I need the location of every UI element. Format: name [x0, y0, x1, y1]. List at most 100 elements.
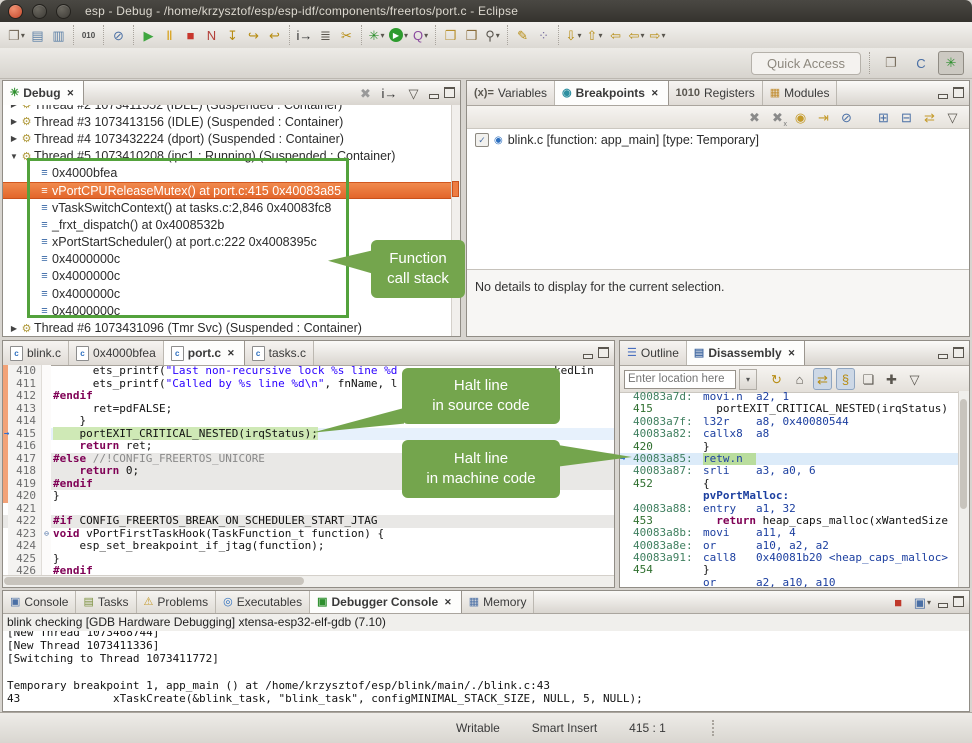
stack-frame-row[interactable]: ≡vPortCPUReleaseMutex() at port.c:415 0x…	[3, 182, 460, 199]
tab-memory[interactable]: ▦Memory	[462, 591, 535, 613]
tab-debugger-console[interactable]: ▣Debugger Console✕	[310, 591, 462, 613]
code-line[interactable]: 424 esp_set_breakpoint_if_jtag(function)…	[3, 540, 614, 553]
breakpoint-checkbox[interactable]: ✓	[475, 133, 489, 147]
tab-outline[interactable]: ☰Outline	[620, 341, 687, 365]
stack-frame-row[interactable]: ≡0x4000bfea	[3, 165, 460, 182]
code-line[interactable]: 411 ets_printf("Called by %s line %d\n",…	[3, 378, 614, 391]
annotation-preferences-icon[interactable]: ⁘	[534, 24, 553, 46]
dropdown-arrow-icon[interactable]: ▾	[640, 31, 644, 40]
minimize-view-icon[interactable]	[427, 88, 440, 99]
disassembly-line[interactable]: 454}	[620, 564, 969, 576]
maximize-view-icon[interactable]	[443, 88, 456, 99]
forward-icon[interactable]: ⇨▾	[648, 24, 667, 46]
maximize-view-icon[interactable]	[952, 597, 965, 608]
disassembly-line[interactable]: 40083a8b:movi a11, 4	[620, 527, 969, 539]
dropdown-arrow-icon[interactable]: ▾	[496, 31, 500, 40]
debug-perspective-icon[interactable]: ✳	[938, 51, 964, 75]
dropdown-arrow-icon[interactable]: ▾	[380, 31, 384, 40]
resume-icon[interactable]: ▶	[139, 24, 158, 46]
use-step-filters-icon[interactable]: ✂	[337, 24, 356, 46]
close-tab-icon[interactable]: ✕	[65, 87, 77, 100]
search-icon[interactable]: ⚲▾	[483, 24, 502, 46]
cpp-perspective-icon[interactable]: C	[908, 51, 934, 75]
back-history-icon[interactable]: ⇦▾	[627, 24, 646, 46]
expand-all-icon[interactable]: ⊞	[874, 106, 893, 128]
open-perspective-icon[interactable]: ❐	[878, 51, 904, 75]
maximize-view-icon[interactable]	[952, 88, 965, 99]
show-suspended-threads-icon[interactable]: ≣	[316, 24, 335, 46]
display-selected-console-icon[interactable]: ▣▾	[913, 591, 932, 613]
close-tab-icon[interactable]: ✕	[225, 347, 237, 360]
vertical-scrollbar[interactable]	[958, 391, 969, 587]
thread-row[interactable]: ▶⚙Thread #2 1073411552 (IDLE) (Suspended…	[3, 105, 460, 113]
link-with-debug-view-icon[interactable]: ⇄	[920, 106, 939, 128]
skip-all-breakpoints-icon[interactable]: ⊘	[109, 24, 128, 46]
view-menu-icon[interactable]: ▽	[943, 106, 962, 128]
close-tab-icon[interactable]: ✕	[786, 347, 798, 360]
open-resource-icon[interactable]: ❒	[462, 24, 481, 46]
code-line[interactable]: 413 ret=pdFALSE;	[3, 403, 614, 416]
dropdown-arrow-icon[interactable]: ▾	[927, 598, 931, 607]
external-tools-icon[interactable]: Q▾	[411, 24, 430, 46]
close-tab-icon[interactable]: ✕	[442, 596, 454, 609]
tab-0x4000bfea[interactable]: c0x4000bfea	[69, 341, 164, 365]
save-icon[interactable]: ▤	[28, 24, 47, 46]
tab-variables[interactable]: (x)=Variables	[467, 81, 555, 105]
stack-frame-row[interactable]: ≡0x4000000c	[3, 285, 460, 302]
location-input[interactable]	[624, 370, 736, 389]
home-icon[interactable]: ⌂	[790, 368, 809, 390]
code-line[interactable]: 418 return 0;	[3, 465, 614, 478]
scrollbar-thumb[interactable]	[960, 399, 967, 509]
maximize-view-icon[interactable]	[597, 348, 610, 359]
open-new-view-icon[interactable]: ❏	[859, 368, 878, 390]
thread-row[interactable]: ▶⚙Thread #4 1073432224 (dport) (Suspende…	[3, 130, 460, 147]
refresh-icon[interactable]: ↻	[767, 368, 786, 390]
remove-all-breakpoints-icon[interactable]: ✖x	[768, 106, 787, 128]
view-menu-icon[interactable]: ▽	[404, 82, 423, 104]
skip-all-breakpoints-icon[interactable]: ⊘	[837, 106, 856, 128]
disassembly-line[interactable]: pvPortMalloc:	[620, 490, 969, 502]
tab-debug[interactable]: ✳Debug✕	[3, 81, 84, 105]
go-to-file-for-breakpoint-icon[interactable]: ⇥	[814, 106, 833, 128]
instruction-stepping-mode-icon[interactable]: i→	[295, 24, 314, 46]
disassembly-line[interactable]: 40083a91:call8 0x40081b20 <heap_caps_mal…	[620, 552, 969, 564]
suspend-icon[interactable]: Ⅱ	[160, 24, 179, 46]
step-return-icon[interactable]: ↩	[265, 24, 284, 46]
terminate-icon[interactable]: ■	[181, 24, 200, 46]
maximize-view-icon[interactable]	[952, 348, 965, 359]
go-to-last-edit-icon[interactable]: ⇧▾	[585, 24, 604, 46]
expand-expander-icon[interactable]: ▶	[9, 105, 19, 109]
stack-frame-row[interactable]: ≡_frxt_dispatch() at 0x4008532b	[3, 216, 460, 233]
tab-modules[interactable]: ▦Modules	[763, 81, 838, 105]
tab-blink-c[interactable]: cblink.c	[3, 341, 69, 365]
tab-console[interactable]: ▣Console	[3, 591, 76, 613]
tab-registers[interactable]: 1010Registers	[669, 81, 763, 105]
stack-frame-row[interactable]: ≡xPortStartScheduler() at port.c:222 0x4…	[3, 234, 460, 251]
disassembly-listing[interactable]: 40083a7d:movi.n a2, 1415 portEXIT_CRITIC…	[620, 391, 969, 587]
minimize-view-icon[interactable]	[936, 88, 949, 99]
dropdown-arrow-icon[interactable]: ▾	[21, 31, 25, 40]
show-breakpoints-supported-icon[interactable]: ◉	[791, 106, 810, 128]
tab-problems[interactable]: ⚠Problems	[137, 591, 217, 613]
new-wizard-icon[interactable]: ❐▾	[7, 24, 26, 46]
dropdown-arrow-icon[interactable]: ▾	[404, 31, 408, 40]
debug-icon[interactable]: ✳▾	[367, 24, 386, 46]
code-line[interactable]: 420}	[3, 490, 614, 503]
close-tab-icon[interactable]: ✕	[649, 87, 661, 100]
tab-breakpoints[interactable]: ◉Breakpoints✕	[555, 81, 669, 105]
view-menu-icon[interactable]: ▽	[905, 368, 924, 390]
minimize-view-icon[interactable]	[581, 348, 594, 359]
stack-frame-row[interactable]: ≡0x4000000c	[3, 302, 460, 319]
open-type-icon[interactable]: ❒	[441, 24, 460, 46]
disassembly-line[interactable]: 415 portEXIT_CRITICAL_NESTED(irqStatus)	[620, 403, 969, 415]
tab-port-c[interactable]: cport.c✕	[164, 341, 245, 365]
binary-display-icon[interactable]: 010	[79, 24, 98, 46]
disassembly-line[interactable]: 40083a87:srli a3, a0, 6	[620, 465, 969, 477]
scrollbar-thumb[interactable]	[4, 577, 304, 585]
minimize-view-icon[interactable]	[936, 597, 949, 608]
show-source-icon[interactable]: §	[836, 368, 855, 390]
overview-ruler[interactable]	[451, 105, 460, 336]
thread-row[interactable]: ▼⚙Thread #5 1073410208 (ipc1 : Running) …	[3, 148, 460, 165]
tab-disassembly[interactable]: ▤Disassembly✕	[687, 341, 805, 365]
dropdown-arrow-icon[interactable]: ▾	[598, 31, 602, 40]
